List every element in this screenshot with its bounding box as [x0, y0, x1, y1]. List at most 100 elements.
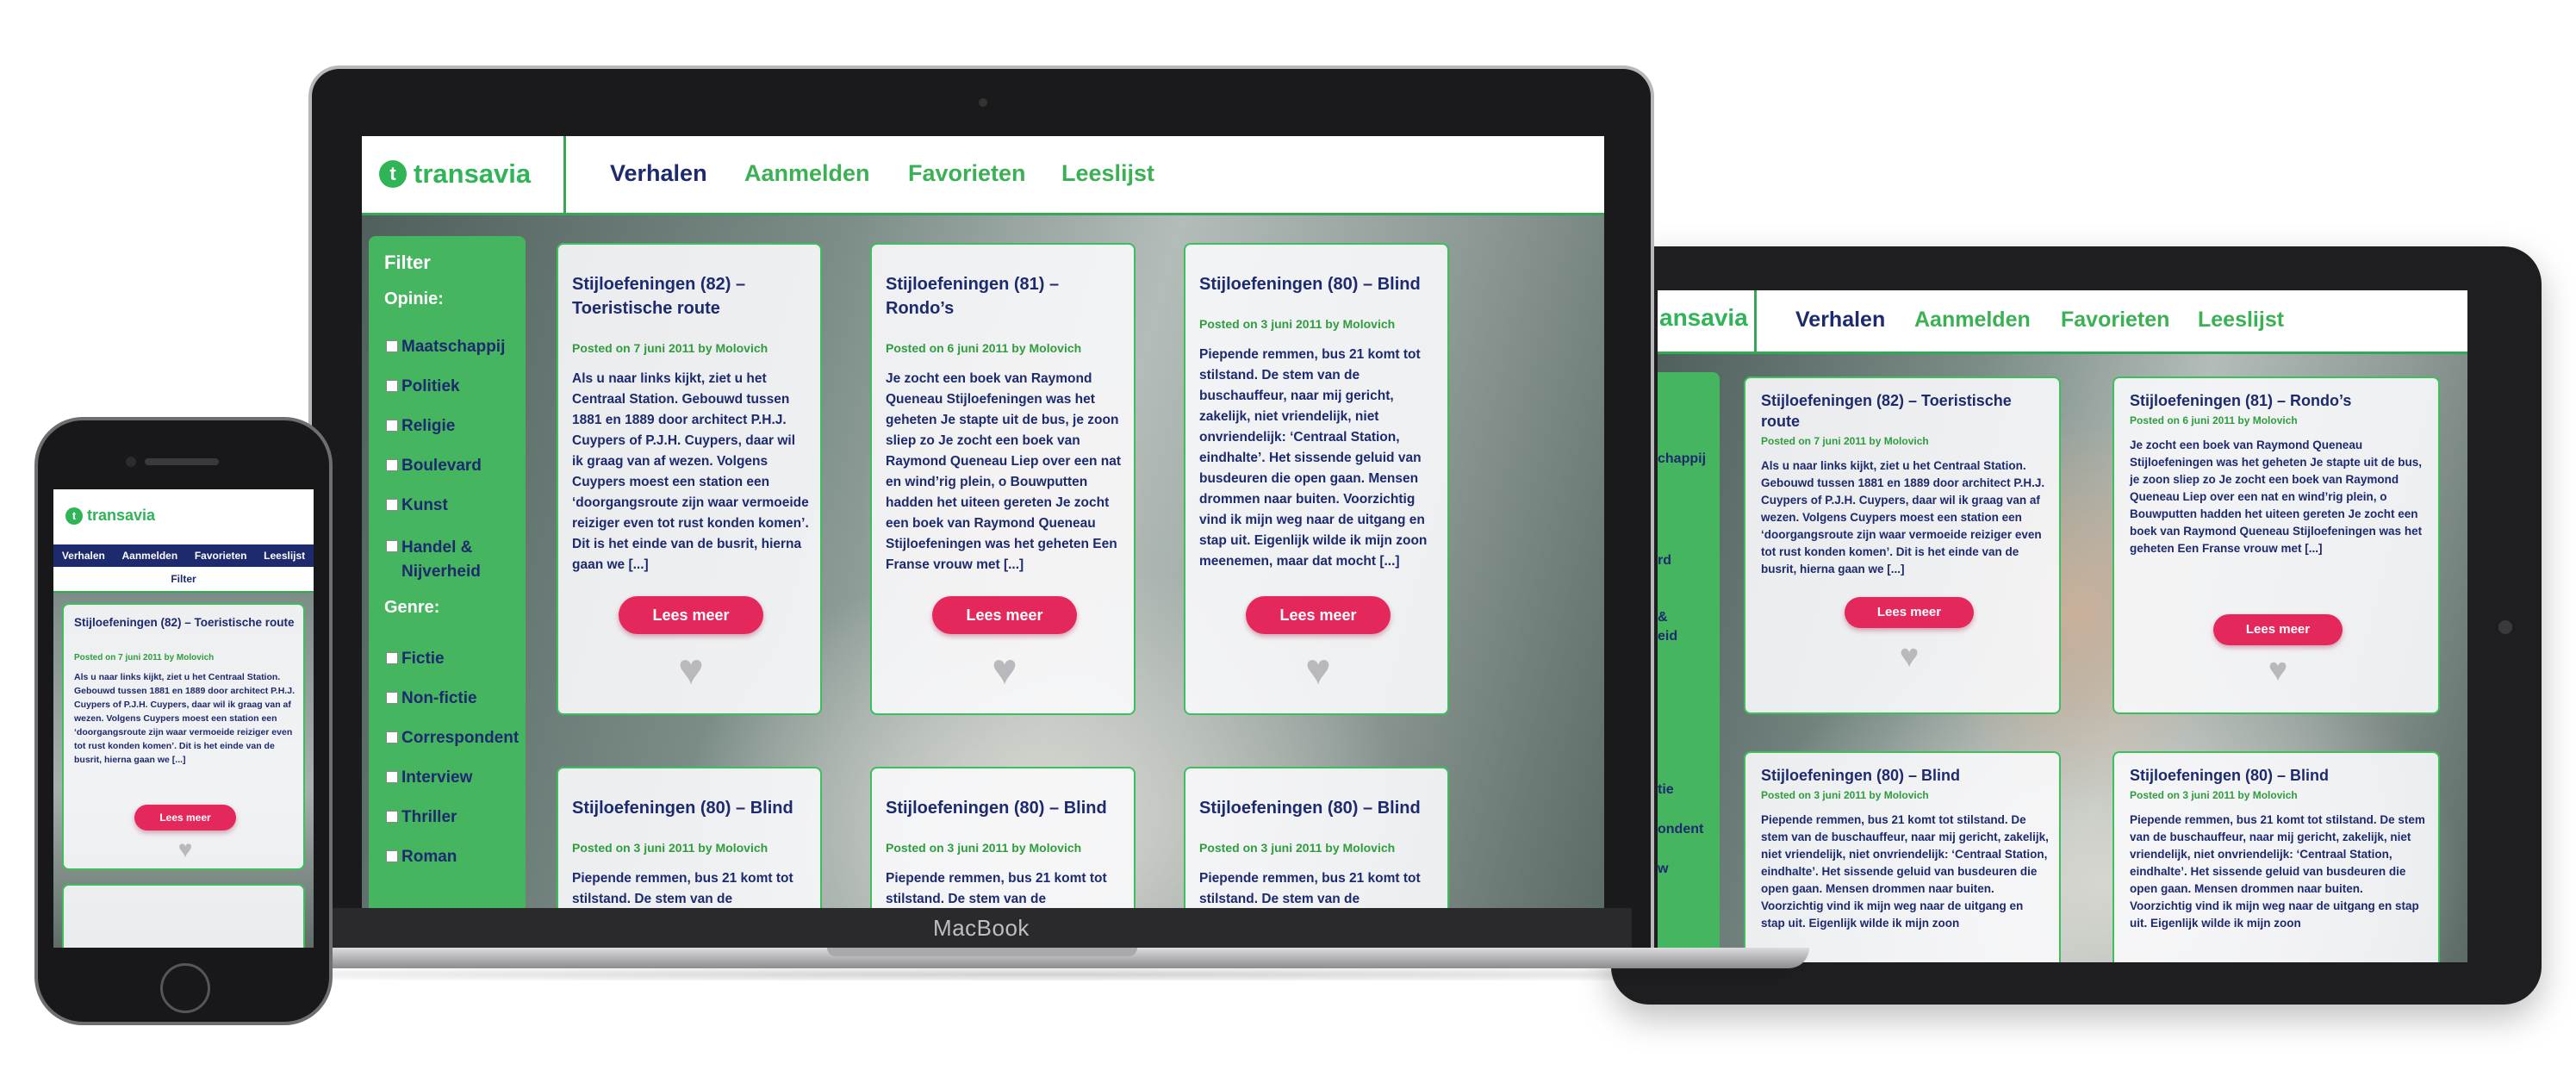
read-more-button[interactable]: Lees meer: [932, 596, 1077, 634]
filter-option-roman[interactable]: Roman: [386, 848, 457, 867]
filter-option-religie[interactable]: Religie: [386, 417, 455, 436]
checkbox[interactable]: [386, 692, 398, 704]
laptop-shadow: [284, 968, 1792, 980]
card-title[interactable]: Stijloefeningen (82) – Toeristische rout…: [572, 272, 813, 320]
phone-nav: Verhalen Aanmelden Favorieten Leeslijst: [53, 544, 314, 567]
card-excerpt: Piepende remmen, bus 21 komt tot stilsta…: [886, 871, 1107, 906]
filter-opinie-label: Opinie:: [384, 289, 444, 308]
heart-icon[interactable]: ♥: [665, 644, 717, 694]
card-title[interactable]: Stijloefeningen (82) – Toeristische rout…: [74, 615, 296, 630]
laptop-notch: [827, 948, 1137, 956]
filter-option-label: Religie: [401, 417, 456, 435]
card-title[interactable]: Stijloefeningen (80) – Blind: [1761, 765, 2054, 786]
checkbox[interactable]: [386, 652, 398, 664]
phone-header: t transavia: [53, 489, 314, 544]
article-card: Stijloefeningen (80) – Blind Posted on 3…: [1184, 243, 1449, 715]
tab-verhalen[interactable]: Verhalen: [62, 550, 105, 562]
tab-verhalen[interactable]: Verhalen: [1795, 308, 1885, 333]
filter-option-thriller[interactable]: Thriller: [386, 808, 457, 827]
tab-leeslijst[interactable]: Leeslijst: [264, 550, 305, 562]
brand-name: ansavia: [1659, 304, 1748, 331]
checkbox[interactable]: [386, 771, 398, 783]
card-title[interactable]: Stijloefeningen (80) – Blind: [1199, 272, 1440, 296]
filter-fragment[interactable]: chappij: [1658, 451, 1706, 467]
filter-option-label: Maatschappij: [401, 338, 506, 356]
transavia-logo-icon: t: [65, 507, 83, 525]
checkbox[interactable]: [386, 499, 398, 511]
phone-filter-toggle[interactable]: Filter: [53, 567, 314, 593]
card-title[interactable]: Stijloefeningen (80) – Blind: [886, 796, 1127, 820]
checkbox[interactable]: [386, 459, 398, 471]
brand-logo[interactable]: t transavia: [379, 159, 531, 190]
tab-favorieten[interactable]: Favorieten: [195, 550, 247, 562]
transavia-logo-icon: t: [379, 160, 407, 188]
checkbox[interactable]: [386, 420, 398, 432]
card-title[interactable]: Stijloefeningen (81) – Rondo’s: [886, 272, 1127, 320]
card-meta: Posted on 7 juni 2011 by Molovich: [74, 653, 215, 663]
tablet-filter-panel: chappij rd & eid tie ondent w: [1658, 372, 1720, 962]
filter-fragment[interactable]: &: [1658, 610, 1668, 625]
tablet-header: ansavia Verhalen Aanmelden Favorieten Le…: [1658, 290, 2467, 354]
brand-logo[interactable]: t transavia: [65, 507, 155, 525]
heart-icon[interactable]: ♥: [2259, 652, 2297, 689]
heart-icon[interactable]: ♥: [1292, 644, 1344, 694]
read-more-button[interactable]: Lees meer: [2213, 614, 2343, 645]
card-title[interactable]: Stijloefeningen (80) – Blind: [2130, 765, 2431, 786]
tab-verhalen[interactable]: Verhalen: [610, 160, 707, 187]
laptop-screen: t transavia Verhalen Aanmelden Favoriete…: [362, 136, 1604, 910]
checkbox[interactable]: [386, 731, 398, 743]
filter-fragment[interactable]: rd: [1658, 553, 1671, 569]
card-meta: Posted on 3 juni 2011 by Molovich: [572, 841, 768, 855]
checkbox[interactable]: [386, 380, 398, 392]
read-more-button[interactable]: Lees meer: [1845, 597, 1974, 628]
filter-option-politiek[interactable]: Politiek: [386, 377, 460, 396]
filter-option-boulevard[interactable]: Boulevard: [386, 457, 482, 476]
read-more-button[interactable]: Lees meer: [1246, 596, 1391, 634]
checkbox[interactable]: [386, 540, 398, 552]
checkbox[interactable]: [386, 340, 398, 352]
filter-fragment[interactable]: tie: [1658, 782, 1674, 798]
filter-option-kunst[interactable]: Kunst: [386, 496, 448, 515]
article-card: Stijloefeningen (82) – Toeristische rout…: [557, 243, 822, 715]
article-card: Stijloefeningen (81) – Rondo’s Posted on…: [870, 243, 1136, 715]
tab-aanmelden[interactable]: Aanmelden: [121, 550, 177, 562]
card-meta: Posted on 6 juni 2011 by Molovich: [2130, 414, 2298, 426]
card-excerpt: Piepende remmen, bus 21 komt tot stilsta…: [572, 871, 793, 906]
tab-aanmelden[interactable]: Aanmelden: [744, 160, 870, 187]
tab-leeslijst[interactable]: Leeslijst: [2198, 308, 2284, 333]
heart-icon[interactable]: ♥: [171, 836, 200, 863]
filter-option-handel[interactable]: Handel & Nijverheid: [386, 536, 515, 584]
filter-fragment[interactable]: eid: [1658, 629, 1677, 644]
tab-leeslijst[interactable]: Leeslijst: [1061, 160, 1154, 187]
filter-option-non-fictie[interactable]: Non-fictie: [386, 689, 477, 708]
laptop-brand-label: MacBook: [933, 915, 1030, 941]
filter-fragment[interactable]: w: [1658, 862, 1668, 877]
tab-favorieten[interactable]: Favorieten: [2061, 308, 2169, 333]
filter-option-interview[interactable]: Interview: [386, 768, 472, 787]
card-title[interactable]: Stijloefeningen (80) – Blind: [1199, 796, 1440, 820]
filter-option-correspondent[interactable]: Correspondent: [386, 729, 519, 748]
read-more-button[interactable]: Lees meer: [134, 805, 236, 830]
brand-name: transavia: [414, 159, 532, 189]
card-title[interactable]: Stijloefeningen (81) – Rondo’s: [2130, 390, 2431, 411]
card-meta: Posted on 7 juni 2011 by Molovich: [1761, 435, 1929, 447]
heart-icon[interactable]: ♥: [1890, 638, 1928, 675]
filter-fragment[interactable]: ondent: [1658, 822, 1703, 837]
tablet-site: ansavia Verhalen Aanmelden Favorieten Le…: [1658, 290, 2467, 962]
tab-favorieten[interactable]: Favorieten: [908, 160, 1026, 187]
filter-option-label: Correspondent: [401, 729, 520, 747]
tab-aanmelden[interactable]: Aanmelden: [1914, 308, 2031, 333]
brand-logo[interactable]: ansavia: [1659, 304, 1748, 332]
article-card: Stijloefeningen (82) – Toeristische rout…: [1744, 376, 2061, 714]
read-more-button[interactable]: Lees meer: [619, 596, 763, 634]
laptop-camera: [979, 98, 987, 107]
filter-option-fictie[interactable]: Fictie: [386, 650, 445, 669]
phone-home-button[interactable]: [160, 963, 210, 1013]
card-title[interactable]: Stijloefeningen (82) – Toeristische rout…: [1761, 390, 2054, 432]
heart-icon[interactable]: ♥: [979, 644, 1030, 694]
card-title[interactable]: Stijloefeningen (80) – Blind: [572, 796, 813, 820]
filter-option-maatschappij[interactable]: Maatschappij: [386, 338, 505, 357]
checkbox[interactable]: [386, 850, 398, 862]
card-meta: Posted on 6 juni 2011 by Molovich: [886, 341, 1082, 355]
checkbox[interactable]: [386, 811, 398, 823]
